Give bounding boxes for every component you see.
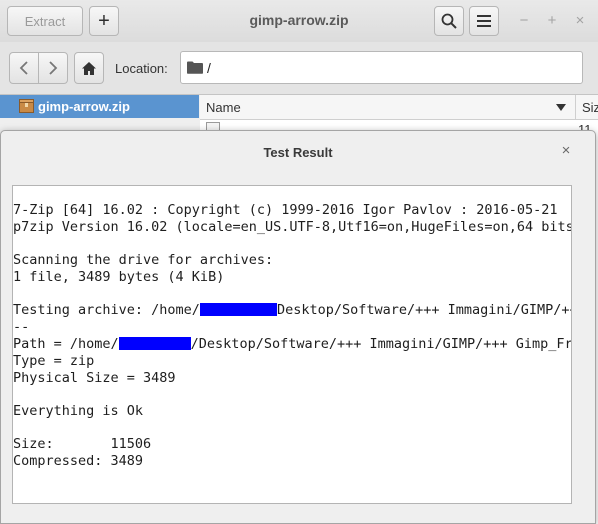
- minimize-button[interactable]: −: [515, 12, 533, 29]
- output-text: Path = /home/: [13, 336, 119, 352]
- close-window-button[interactable]: ×: [571, 12, 589, 29]
- output-line: 1 file, 3489 bytes (4 KiB): [13, 269, 225, 285]
- redacted-username: [199, 303, 277, 316]
- location-label: Location:: [115, 61, 168, 76]
- forward-button[interactable]: [38, 52, 68, 84]
- output-line: Scanning the drive for archives:: [13, 252, 274, 268]
- output-text: Desktop/Software/+++ Immagini/GIMP/++: [276, 302, 572, 318]
- column-separator: [575, 95, 576, 119]
- folder-icon: [187, 61, 203, 74]
- add-files-button[interactable]: +: [89, 6, 119, 36]
- test-result-dialog: Test Result × 7-Zip [64] 16.02 : Copyrig…: [0, 130, 596, 524]
- dialog-title: Test Result: [263, 145, 333, 160]
- search-icon: [441, 13, 457, 29]
- menu-button[interactable]: [469, 6, 499, 36]
- location-path: /: [207, 60, 211, 76]
- header-bar: Extract + gimp-arrow.zip − + ×: [0, 0, 598, 43]
- column-header-name[interactable]: Name: [206, 100, 241, 115]
- output-text: /Desktop/Software/+++ Immagini/GIMP/+++ …: [190, 336, 572, 352]
- chevron-right-icon: [49, 61, 58, 75]
- output-text: Testing archive: /home/: [13, 302, 200, 318]
- plus-icon: +: [98, 9, 110, 32]
- output-line: 7-Zip [64] 16.02 : Copyright (c) 1999-20…: [13, 202, 558, 218]
- output-line: Physical Size = 3489: [13, 370, 176, 386]
- maximize-button[interactable]: +: [543, 12, 561, 29]
- extract-button-label: Extract: [24, 13, 66, 29]
- output-line: p7zip Version 16.02 (locale=en_US.UTF-8,…: [13, 219, 572, 235]
- window-title: gimp-arrow.zip: [249, 12, 349, 28]
- sidebar-item-label: gimp-arrow.zip: [38, 99, 130, 114]
- home-icon: [82, 61, 96, 75]
- output-line: Compressed: 3489: [13, 453, 144, 469]
- sidebar-item-archive[interactable]: gimp-arrow.zip: [0, 95, 199, 118]
- output-line: Type = zip: [13, 353, 95, 369]
- back-button[interactable]: [9, 52, 39, 84]
- list-header: Name Siz: [200, 95, 598, 120]
- dialog-close-button[interactable]: ×: [558, 142, 574, 159]
- chevron-left-icon: [19, 61, 28, 75]
- redacted-username: [118, 337, 191, 350]
- hamburger-icon: [477, 15, 491, 27]
- test-output: 7-Zip [64] 16.02 : Copyright (c) 1999-20…: [12, 185, 572, 504]
- location-toolbar: Location: /: [0, 42, 598, 95]
- output-line: Testing archive: /home/Desktop/Software/…: [13, 302, 572, 319]
- location-field[interactable]: /: [180, 51, 583, 84]
- home-button[interactable]: [74, 52, 104, 84]
- column-header-size[interactable]: Siz: [582, 100, 598, 115]
- output-line: Path = /home/ /Desktop/Software/+++ Immag…: [13, 336, 572, 353]
- output-line: Everything is Ok: [13, 403, 144, 419]
- sort-down-icon[interactable]: [556, 104, 566, 111]
- archive-icon: [19, 99, 34, 113]
- extract-button[interactable]: Extract: [7, 6, 83, 36]
- file-row[interactable]: 11,: [200, 120, 598, 137]
- output-line: Size: 11506: [13, 436, 152, 452]
- output-line: --: [13, 319, 30, 335]
- search-button[interactable]: [434, 6, 464, 36]
